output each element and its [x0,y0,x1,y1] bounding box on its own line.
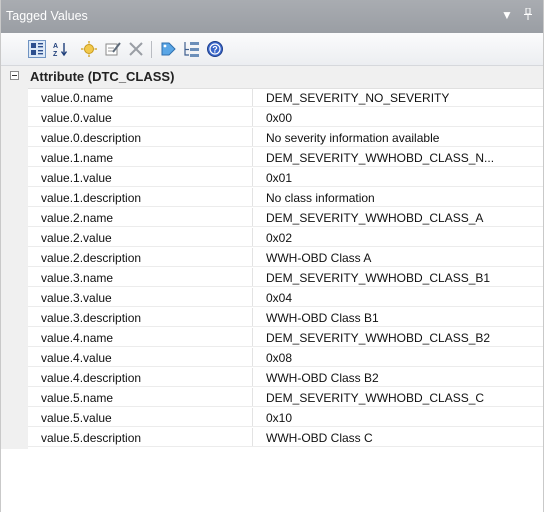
svg-text:A: A [53,43,58,50]
property-row[interactable]: value.2.name DEM_SEVERITY_WWHOBD_CLASS_A [28,208,543,227]
dropdown-icon[interactable]: ▼ [501,8,513,22]
property-row[interactable]: value.4.value 0x08 [28,348,543,367]
property-name: value.5.name [41,391,114,405]
edit-tag-icon[interactable] [104,40,122,58]
svg-text:?: ? [212,45,218,55]
column-divider [252,368,253,386]
property-value[interactable]: No class information [266,191,541,205]
property-row[interactable]: value.1.description No class information [28,188,543,207]
column-divider [252,148,253,166]
delete-tag-icon[interactable] [127,40,145,58]
column-divider [252,388,253,406]
column-divider [252,208,253,226]
property-value[interactable]: WWH-OBD Class B2 [266,371,541,385]
column-divider [252,428,253,446]
property-name: value.1.value [41,171,112,185]
property-value[interactable]: 0x02 [266,231,541,245]
property-value[interactable]: 0x10 [266,411,541,425]
property-row[interactable]: value.5.value 0x10 [28,408,543,427]
categorized-view-icon[interactable] [28,40,46,58]
collapse-icon[interactable] [10,71,19,80]
property-row[interactable]: value.3.description WWH-OBD Class B1 [28,308,543,327]
column-divider [252,408,253,426]
property-name: value.5.value [41,411,112,425]
grid-left-gutter [1,88,28,449]
column-divider [252,268,253,286]
show-inherited-icon[interactable] [183,40,201,58]
property-row[interactable]: value.1.name DEM_SEVERITY_WWHOBD_CLASS_N… [28,148,543,167]
property-value[interactable]: DEM_SEVERITY_WWHOBD_CLASS_B1 [266,271,541,285]
property-name: value.2.name [41,211,114,225]
property-row[interactable]: value.5.description WWH-OBD Class C [28,428,543,447]
property-row[interactable]: value.2.description WWH-OBD Class A [28,248,543,267]
tagged-values-panel: Tagged Values ▼ A Z ? Attribute (DTC_CLA… [0,0,544,512]
property-name: value.3.name [41,271,114,285]
panel-title: Tagged Values [6,9,88,23]
property-value[interactable]: 0x00 [266,111,541,125]
property-name: value.4.name [41,331,114,345]
column-divider [252,328,253,346]
property-value[interactable]: DEM_SEVERITY_WWHOBD_CLASS_N... [266,151,541,165]
property-name: value.3.description [41,311,142,325]
sort-alphabetical-icon[interactable]: A Z [52,40,70,58]
column-divider [252,128,253,146]
column-divider [252,168,253,186]
property-value[interactable]: WWH-OBD Class A [266,251,541,265]
column-divider [252,248,253,266]
property-name: value.0.value [41,111,112,125]
property-name: value.2.description [41,251,142,265]
property-row[interactable]: value.0.name DEM_SEVERITY_NO_SEVERITY [28,88,543,107]
property-name: value.0.description [41,131,142,145]
property-value[interactable]: DEM_SEVERITY_WWHOBD_CLASS_B2 [266,331,541,345]
property-row[interactable]: value.4.name DEM_SEVERITY_WWHOBD_CLASS_B… [28,328,543,347]
toolbar: A Z ? [1,33,543,66]
new-tag-icon[interactable] [80,40,98,58]
property-value[interactable]: DEM_SEVERITY_WWHOBD_CLASS_A [266,211,541,225]
property-name: value.1.description [41,191,142,205]
column-divider [252,348,253,366]
tag-filter-icon[interactable] [159,40,177,58]
column-divider [252,108,253,126]
property-value[interactable]: WWH-OBD Class B1 [266,311,541,325]
help-icon[interactable]: ? [206,40,224,58]
toolbar-separator [151,41,152,58]
property-row[interactable]: value.0.description No severity informat… [28,128,543,147]
property-row[interactable]: value.0.value 0x00 [28,108,543,127]
column-divider [252,188,253,206]
column-divider [252,288,253,306]
property-value[interactable]: DEM_SEVERITY_NO_SEVERITY [266,91,541,105]
property-value[interactable]: No severity information available [266,131,541,145]
property-name: value.4.value [41,351,112,365]
column-divider [252,88,253,106]
property-name: value.5.description [41,431,142,445]
property-name: value.3.value [41,291,112,305]
property-name: value.2.value [41,231,112,245]
svg-text:Z: Z [53,51,58,57]
property-row[interactable]: value.4.description WWH-OBD Class B2 [28,368,543,387]
category-label: Attribute (DTC_CLASS) [30,69,175,84]
panel-title-bar: Tagged Values ▼ [1,0,543,33]
property-row[interactable]: value.5.name DEM_SEVERITY_WWHOBD_CLASS_C [28,388,543,407]
property-name: value.1.name [41,151,114,165]
column-divider [252,228,253,246]
property-value[interactable]: DEM_SEVERITY_WWHOBD_CLASS_C [266,391,541,405]
property-row[interactable]: value.3.value 0x04 [28,288,543,307]
column-divider [252,308,253,326]
property-value[interactable]: 0x01 [266,171,541,185]
pin-icon[interactable] [523,7,533,23]
category-row[interactable]: Attribute (DTC_CLASS) [1,66,543,89]
property-value[interactable]: WWH-OBD Class C [266,431,541,445]
property-row[interactable]: value.3.name DEM_SEVERITY_WWHOBD_CLASS_B… [28,268,543,287]
property-row[interactable]: value.2.value 0x02 [28,228,543,247]
property-name: value.0.name [41,91,114,105]
property-name: value.4.description [41,371,142,385]
property-row[interactable]: value.1.value 0x01 [28,168,543,187]
property-value[interactable]: 0x08 [266,351,541,365]
property-value[interactable]: 0x04 [266,291,541,305]
